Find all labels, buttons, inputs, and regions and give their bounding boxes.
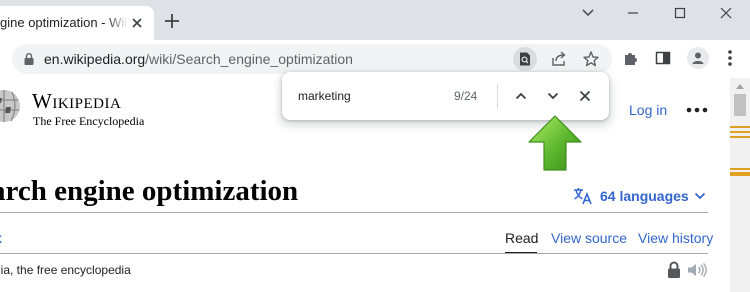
page-scrollbar[interactable] [730, 78, 750, 292]
find-icon [520, 52, 530, 66]
find-result-marker [730, 131, 750, 133]
more-options-icon[interactable] [686, 106, 708, 114]
page-title: arch engine optimization [0, 175, 299, 207]
find-result-marker [730, 126, 750, 128]
share-icon[interactable] [550, 50, 568, 68]
lock-icon[interactable] [23, 52, 35, 66]
tab-view-source[interactable]: View source [551, 230, 627, 246]
close-icon[interactable] [577, 88, 593, 104]
window-close-icon[interactable] [716, 4, 736, 22]
plus-icon[interactable] [163, 12, 181, 30]
chevron-down-icon[interactable] [545, 88, 561, 104]
minimize-icon[interactable] [623, 4, 643, 22]
find-result-marker [730, 168, 750, 170]
find-result-marker [730, 136, 750, 138]
tab-title-fade [106, 12, 128, 34]
site-subtitle: dia, the free encyclopedia [0, 263, 131, 277]
chevron-up-icon[interactable] [513, 88, 529, 104]
find-in-page-button[interactable] [513, 47, 537, 71]
padlock-icon[interactable] [667, 261, 681, 279]
chevron-down-icon [694, 192, 706, 200]
tab-strip: gine optimization - Wik [0, 0, 750, 40]
chevron-down-icon[interactable] [578, 4, 598, 22]
kebab-menu-icon[interactable] [722, 48, 738, 68]
tabs-divider [0, 253, 708, 254]
url-host: en.wikipedia.org [44, 51, 146, 67]
sidepanel-icon[interactable] [654, 49, 672, 67]
star-icon[interactable] [582, 50, 600, 68]
scroll-thumb[interactable] [734, 94, 746, 116]
close-icon[interactable] [130, 16, 144, 30]
maximize-icon[interactable] [670, 4, 690, 22]
arrow-up-icon [528, 115, 582, 171]
article-tab-link[interactable]: k [0, 230, 2, 246]
wikipedia-wordmark[interactable]: Wikipedia [32, 89, 121, 114]
tab-view-history[interactable]: View history [638, 230, 713, 246]
find-separator [497, 84, 498, 109]
url-path: /wiki/Search_engine_optimization [145, 51, 353, 67]
address-bar[interactable]: en.wikipedia.org/wiki/Search_engine_opti… [12, 44, 612, 74]
languages-label: 64 languages [600, 188, 689, 204]
login-link[interactable]: Log in [629, 102, 667, 118]
url-text[interactable]: en.wikipedia.org/wiki/Search_engine_opti… [44, 51, 353, 67]
find-result-marker [730, 174, 750, 176]
active-tab[interactable]: gine optimization - Wik [0, 6, 154, 40]
title-divider [0, 212, 708, 213]
wikipedia-tagline: The Free Encyclopedia [33, 114, 145, 128]
person-icon [692, 52, 704, 64]
scroll-up-icon[interactable] [735, 82, 745, 90]
find-input[interactable]: marketing [298, 89, 351, 103]
tab-read[interactable]: Read [505, 230, 538, 246]
globe-icon[interactable] [0, 86, 22, 130]
speaker-icon[interactable] [687, 262, 707, 278]
extensions-icon[interactable] [622, 49, 640, 67]
find-result-count: 9/24 [454, 89, 478, 103]
avatar-icon[interactable] [687, 47, 709, 69]
translate-icon [574, 188, 592, 205]
